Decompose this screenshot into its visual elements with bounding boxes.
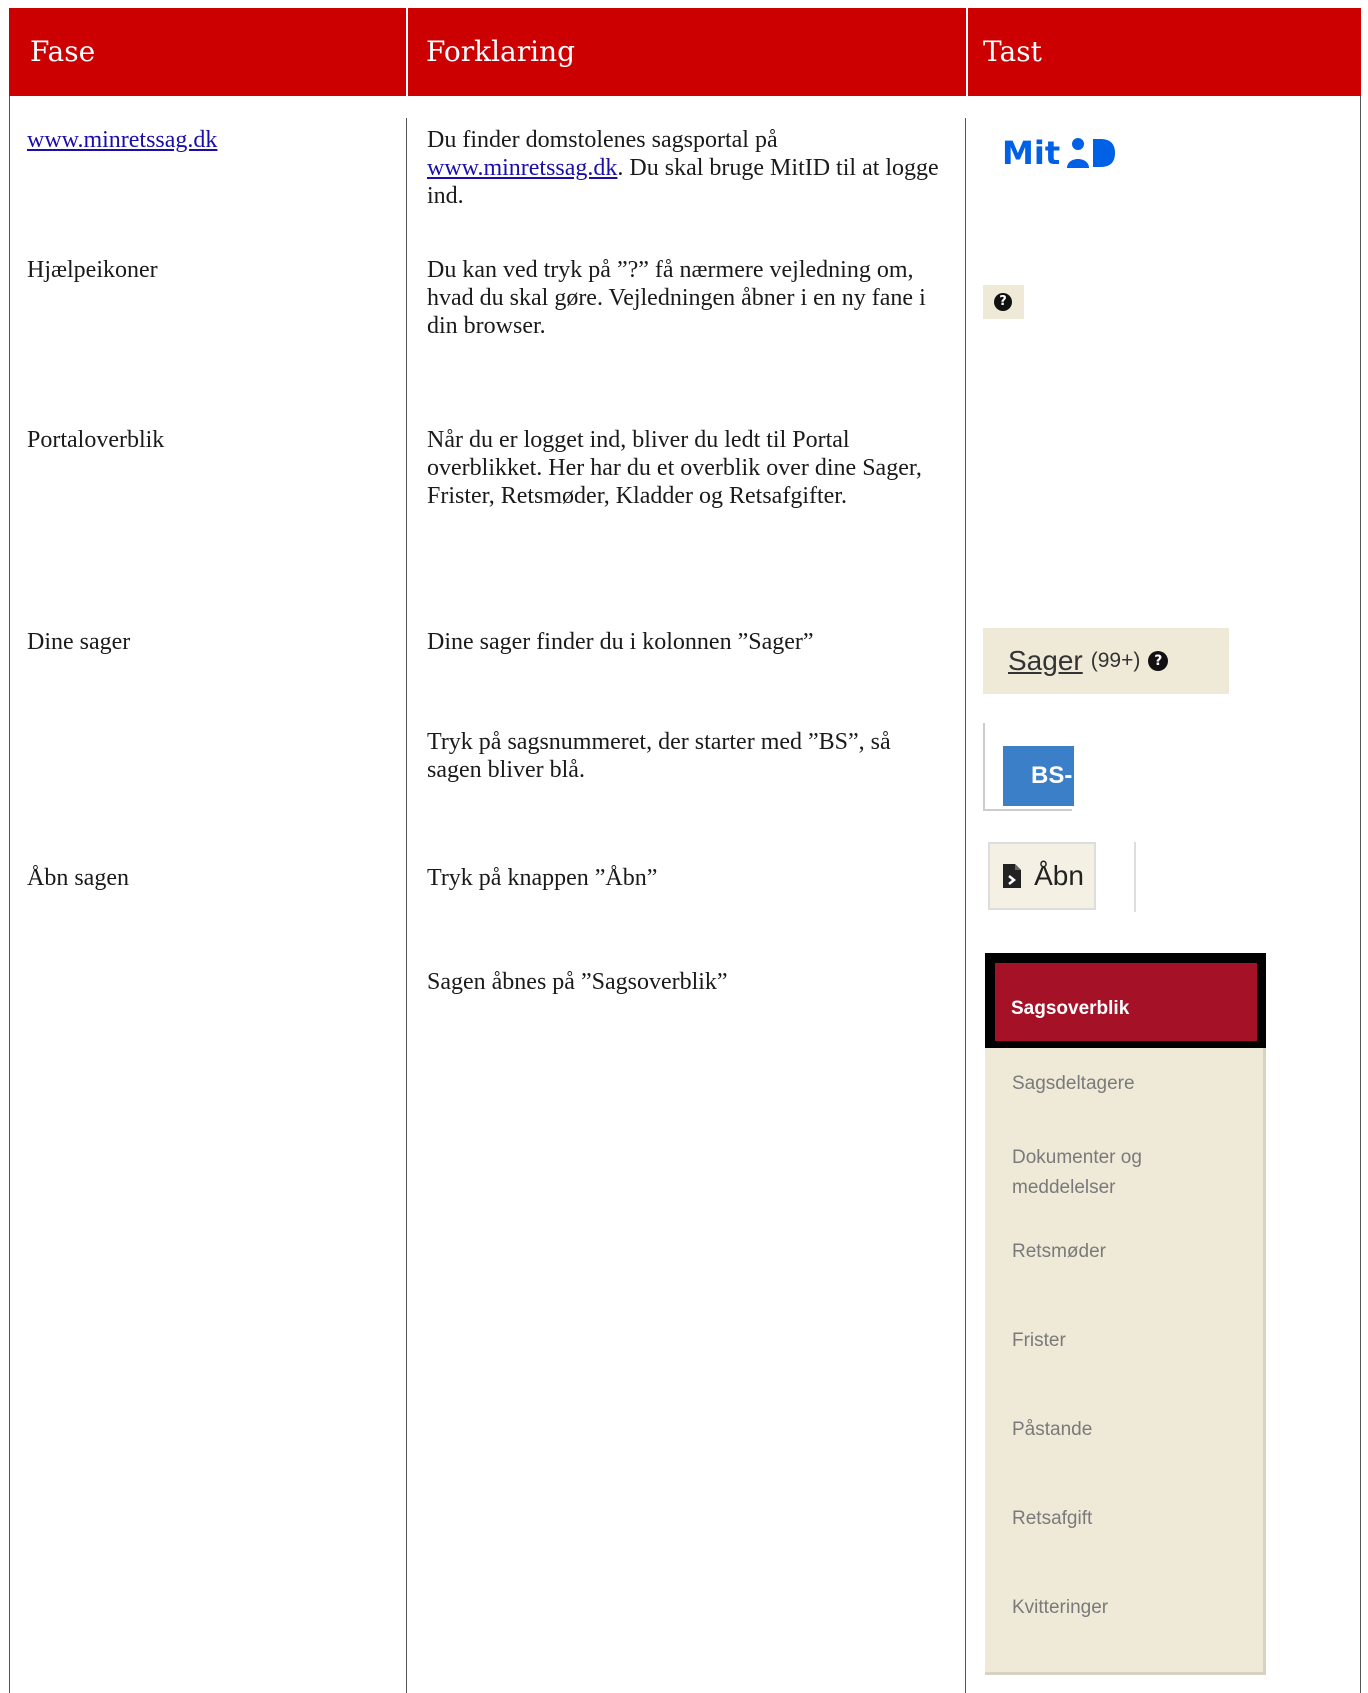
sager-button[interactable]: Sager (99+) ? — [983, 628, 1229, 694]
mitid-logo: Mit — [1002, 133, 1116, 173]
case-nav-menu: Sagsoverblik Sagsdeltagere Dokumenter og… — [985, 953, 1266, 1675]
nav-item-kvitteringer[interactable]: Kvitteringer — [1012, 1593, 1212, 1623]
table-border-right — [1360, 96, 1361, 1693]
nav-item-frister[interactable]: Frister — [1012, 1326, 1212, 1356]
nav-item-dokumenter[interactable]: Dokumenter og meddelelser — [1012, 1143, 1212, 1203]
open-document-icon — [1003, 864, 1022, 888]
bs-case-tile: BS- — [983, 723, 1074, 811]
table-border-mid — [406, 118, 407, 1693]
nav-item-retsafgift[interactable]: Retsafgift — [1012, 1504, 1212, 1534]
mitid-logo-text: Mit — [1002, 134, 1061, 172]
bs-case-button[interactable]: BS- — [1003, 746, 1074, 806]
forklaring-row-5: Tryk på sagsnummeret, der starter med ”B… — [427, 729, 891, 783]
aabn-button[interactable]: Åbn — [988, 842, 1096, 910]
fase-hjaelpeikoner: Hjælpeikoner — [27, 257, 158, 283]
sager-count: (99+) — [1090, 649, 1141, 672]
forklaring-link-minretssag[interactable]: www.minretssag.dk — [427, 155, 617, 181]
forklaring-row-7: Sagen åbnes på ”Sagsoverblik” — [427, 969, 728, 995]
header-fase: Fase — [30, 35, 96, 68]
forklaring-row-4: Dine sager finder du i kolonnen ”Sager” — [427, 629, 814, 655]
forklaring-row-2: Du kan ved tryk på ”?” få nærmere vejled… — [427, 257, 926, 339]
mitid-id-icon — [1067, 138, 1116, 168]
nav-item-retsmoeder[interactable]: Retsmøder — [1012, 1237, 1212, 1267]
header-divider — [966, 8, 968, 96]
nav-item-paastande[interactable]: Påstande — [1012, 1415, 1212, 1445]
fase-aabn-sagen: Åbn sagen — [27, 865, 129, 891]
divider — [1134, 842, 1136, 912]
nav-item-sagsdeltagere[interactable]: Sagsdeltagere — [1012, 1069, 1212, 1099]
table-border-left — [9, 96, 10, 1693]
aabn-label: Åbn — [1034, 860, 1084, 891]
header-tast: Tast — [983, 35, 1042, 68]
forklaring-row-1: Du finder domstolenes sagsportal på www.… — [427, 126, 947, 210]
forklaring-text: Du finder domstolenes sagsportal på — [427, 127, 778, 153]
header-divider — [406, 8, 408, 96]
forklaring-row-3: Når du er logget ind, bliver du ledt til… — [427, 427, 922, 509]
header-forklaring: Forklaring — [426, 35, 576, 68]
nav-item-active-frame: Sagsoverblik — [985, 953, 1266, 1048]
sager-label: Sager — [1008, 645, 1083, 676]
table-border-mid — [965, 118, 966, 1693]
fase-portaloverblik: Portaloverblik — [27, 427, 165, 453]
question-circle-icon: ? — [1148, 651, 1169, 671]
nav-item-sagsoverblik[interactable]: Sagsoverblik — [995, 963, 1257, 1041]
fase-link-minretssag[interactable]: www.minretssag.dk — [27, 126, 217, 154]
help-icon-tile[interactable]: ? — [983, 285, 1024, 319]
table-header: Fase Forklaring Tast — [9, 8, 1361, 96]
question-circle-icon: ? — [994, 293, 1012, 311]
fase-dine-sager: Dine sager — [27, 629, 131, 655]
forklaring-row-6: Tryk på knappen ”Åbn” — [427, 865, 658, 891]
